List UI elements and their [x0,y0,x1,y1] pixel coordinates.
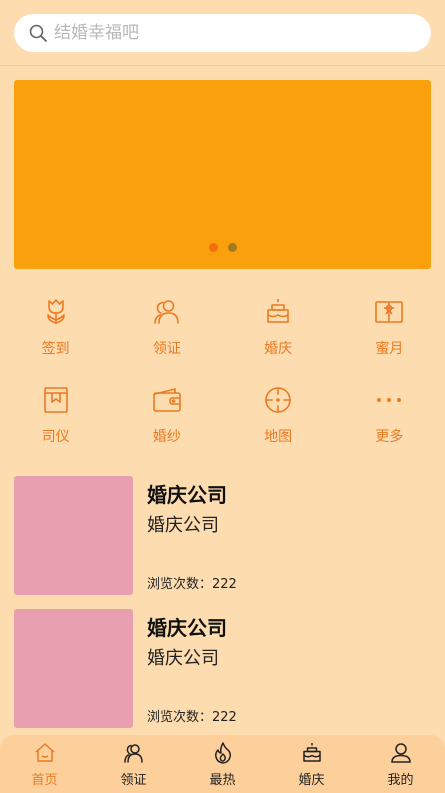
tab-label: 首页 [31,773,58,788]
company-list: 婚庆公司 婚庆公司 浏览次数：222 婚庆公司 婚庆公司 浏览次数：222 [14,476,431,742]
more-dots-icon [377,398,402,402]
company-thumbnail[interactable] [14,476,133,595]
carousel-dot-2[interactable] [228,243,237,252]
cake-icon [302,743,321,762]
category-more[interactable]: 更多 [334,376,445,454]
tulip-icon [46,299,65,324]
tab-mine[interactable]: 我的 [356,735,445,793]
wallet-icon [153,388,181,412]
company-subtitle: 婚庆公司 [147,648,219,669]
tab-license[interactable]: 领证 [89,735,178,793]
company-title: 婚庆公司 [147,483,227,507]
search-icon [29,24,47,42]
company-title: 婚庆公司 [147,616,227,640]
tab-label: 最热 [209,773,236,788]
cake-icon [267,299,289,323]
category-label: 领证 [152,341,181,357]
category-dress[interactable]: 婚纱 [111,376,222,454]
category-grid: 签到 领证 婚庆 蜜月 司仪 婚纱 地图 更多 [0,288,445,454]
tab-wedding[interactable]: 婚庆 [267,735,356,793]
gift-box-icon [375,301,404,323]
category-license[interactable]: 领证 [111,288,222,366]
category-wedding[interactable]: 婚庆 [223,288,334,366]
carousel-dot-1[interactable] [209,243,218,252]
search-bar[interactable] [14,14,431,52]
tab-hottest[interactable]: 最热 [178,735,267,793]
category-host[interactable]: 司仪 [0,376,111,454]
user-icon [390,743,411,763]
home-icon [35,743,54,762]
bottom-tab-bar: 首页 领证 最热 婚庆 我的 [0,735,445,793]
category-sign-in[interactable]: 签到 [0,288,111,366]
category-label: 蜜月 [375,341,404,357]
category-honeymoon[interactable]: 蜜月 [334,288,445,366]
category-label: 签到 [41,341,70,357]
category-label: 婚庆 [264,341,293,357]
category-label: 地图 [264,429,293,445]
view-count: 浏览次数：222 [147,577,237,592]
tab-label: 婚庆 [298,773,325,788]
target-icon [265,387,291,413]
people-icon [154,300,179,324]
list-item[interactable]: 婚庆公司 婚庆公司 浏览次数：222 [14,609,431,742]
search-input[interactable] [54,23,394,43]
people-icon [123,744,143,763]
category-label: 更多 [375,429,404,445]
category-label: 司仪 [41,429,70,445]
tab-label: 我的 [387,773,414,788]
frame-icon [43,387,68,413]
view-count: 浏览次数：222 [147,710,237,725]
category-label: 婚纱 [152,429,181,445]
category-map[interactable]: 地图 [223,376,334,454]
banner-carousel[interactable] [14,80,431,269]
tab-label: 领证 [120,773,147,788]
flame-icon [214,742,231,764]
company-thumbnail[interactable] [14,609,133,728]
list-item[interactable]: 婚庆公司 婚庆公司 浏览次数：222 [14,476,431,609]
tab-home[interactable]: 首页 [0,735,89,793]
search-bar-container [0,0,445,66]
carousel-indicators [209,243,237,252]
company-subtitle: 婚庆公司 [147,515,219,536]
